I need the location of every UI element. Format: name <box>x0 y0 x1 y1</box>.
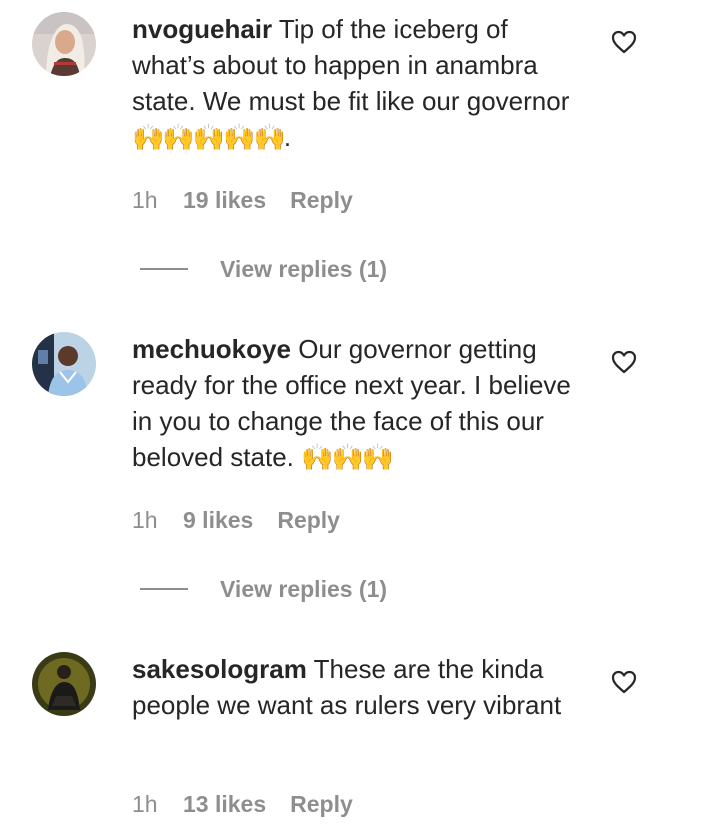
user-avatar[interactable] <box>32 652 96 716</box>
view-replies-label: View replies (1) <box>220 256 388 282</box>
comment-trailing: . <box>283 122 292 152</box>
comment-body: sakesologram These are the kinda people … <box>132 651 587 723</box>
user-avatar[interactable] <box>32 332 96 396</box>
comment-body: nvoguehair Tip of the iceberg of what’s … <box>132 11 587 156</box>
comment-username[interactable]: sakesologram <box>132 654 307 684</box>
comment-time: 1h <box>132 507 158 533</box>
user-avatar[interactable] <box>32 12 96 76</box>
comment-username[interactable]: nvoguehair <box>132 14 272 44</box>
avatar-image-nvoguehair <box>32 12 96 76</box>
like-heart-icon[interactable] <box>611 670 637 694</box>
like-heart-icon[interactable] <box>611 350 637 374</box>
avatar-image-sakesologram <box>32 652 96 716</box>
like-heart-icon[interactable] <box>611 30 637 54</box>
view-replies-label: View replies (1) <box>220 576 388 602</box>
comment-meta: 1h 9 likes Reply <box>132 505 340 535</box>
raised-hands-emoji: 🙌🙌🙌 <box>301 443 394 473</box>
likes-count[interactable]: 13 likes <box>183 789 266 819</box>
comment-meta: 1h 19 likes Reply <box>132 185 353 215</box>
comment-time: 1h <box>132 187 158 213</box>
reply-button[interactable]: Reply <box>290 185 353 215</box>
avatar-image-mechuokoye <box>32 332 96 396</box>
comment-time: 1h <box>132 791 158 817</box>
replies-divider-line <box>140 268 188 270</box>
comment-username[interactable]: mechuokoye <box>132 334 291 364</box>
likes-count[interactable]: 9 likes <box>183 505 253 535</box>
reply-button[interactable]: Reply <box>277 505 340 535</box>
raised-hands-emoji: 🙌🙌🙌🙌🙌 <box>132 123 286 153</box>
comment-body: mechuokoye Our governor getting ready fo… <box>132 331 587 476</box>
reply-button[interactable]: Reply <box>290 789 353 819</box>
likes-count[interactable]: 19 likes <box>183 185 266 215</box>
replies-divider-line <box>140 588 188 590</box>
comment-meta: 1h 13 likes Reply <box>132 789 353 819</box>
